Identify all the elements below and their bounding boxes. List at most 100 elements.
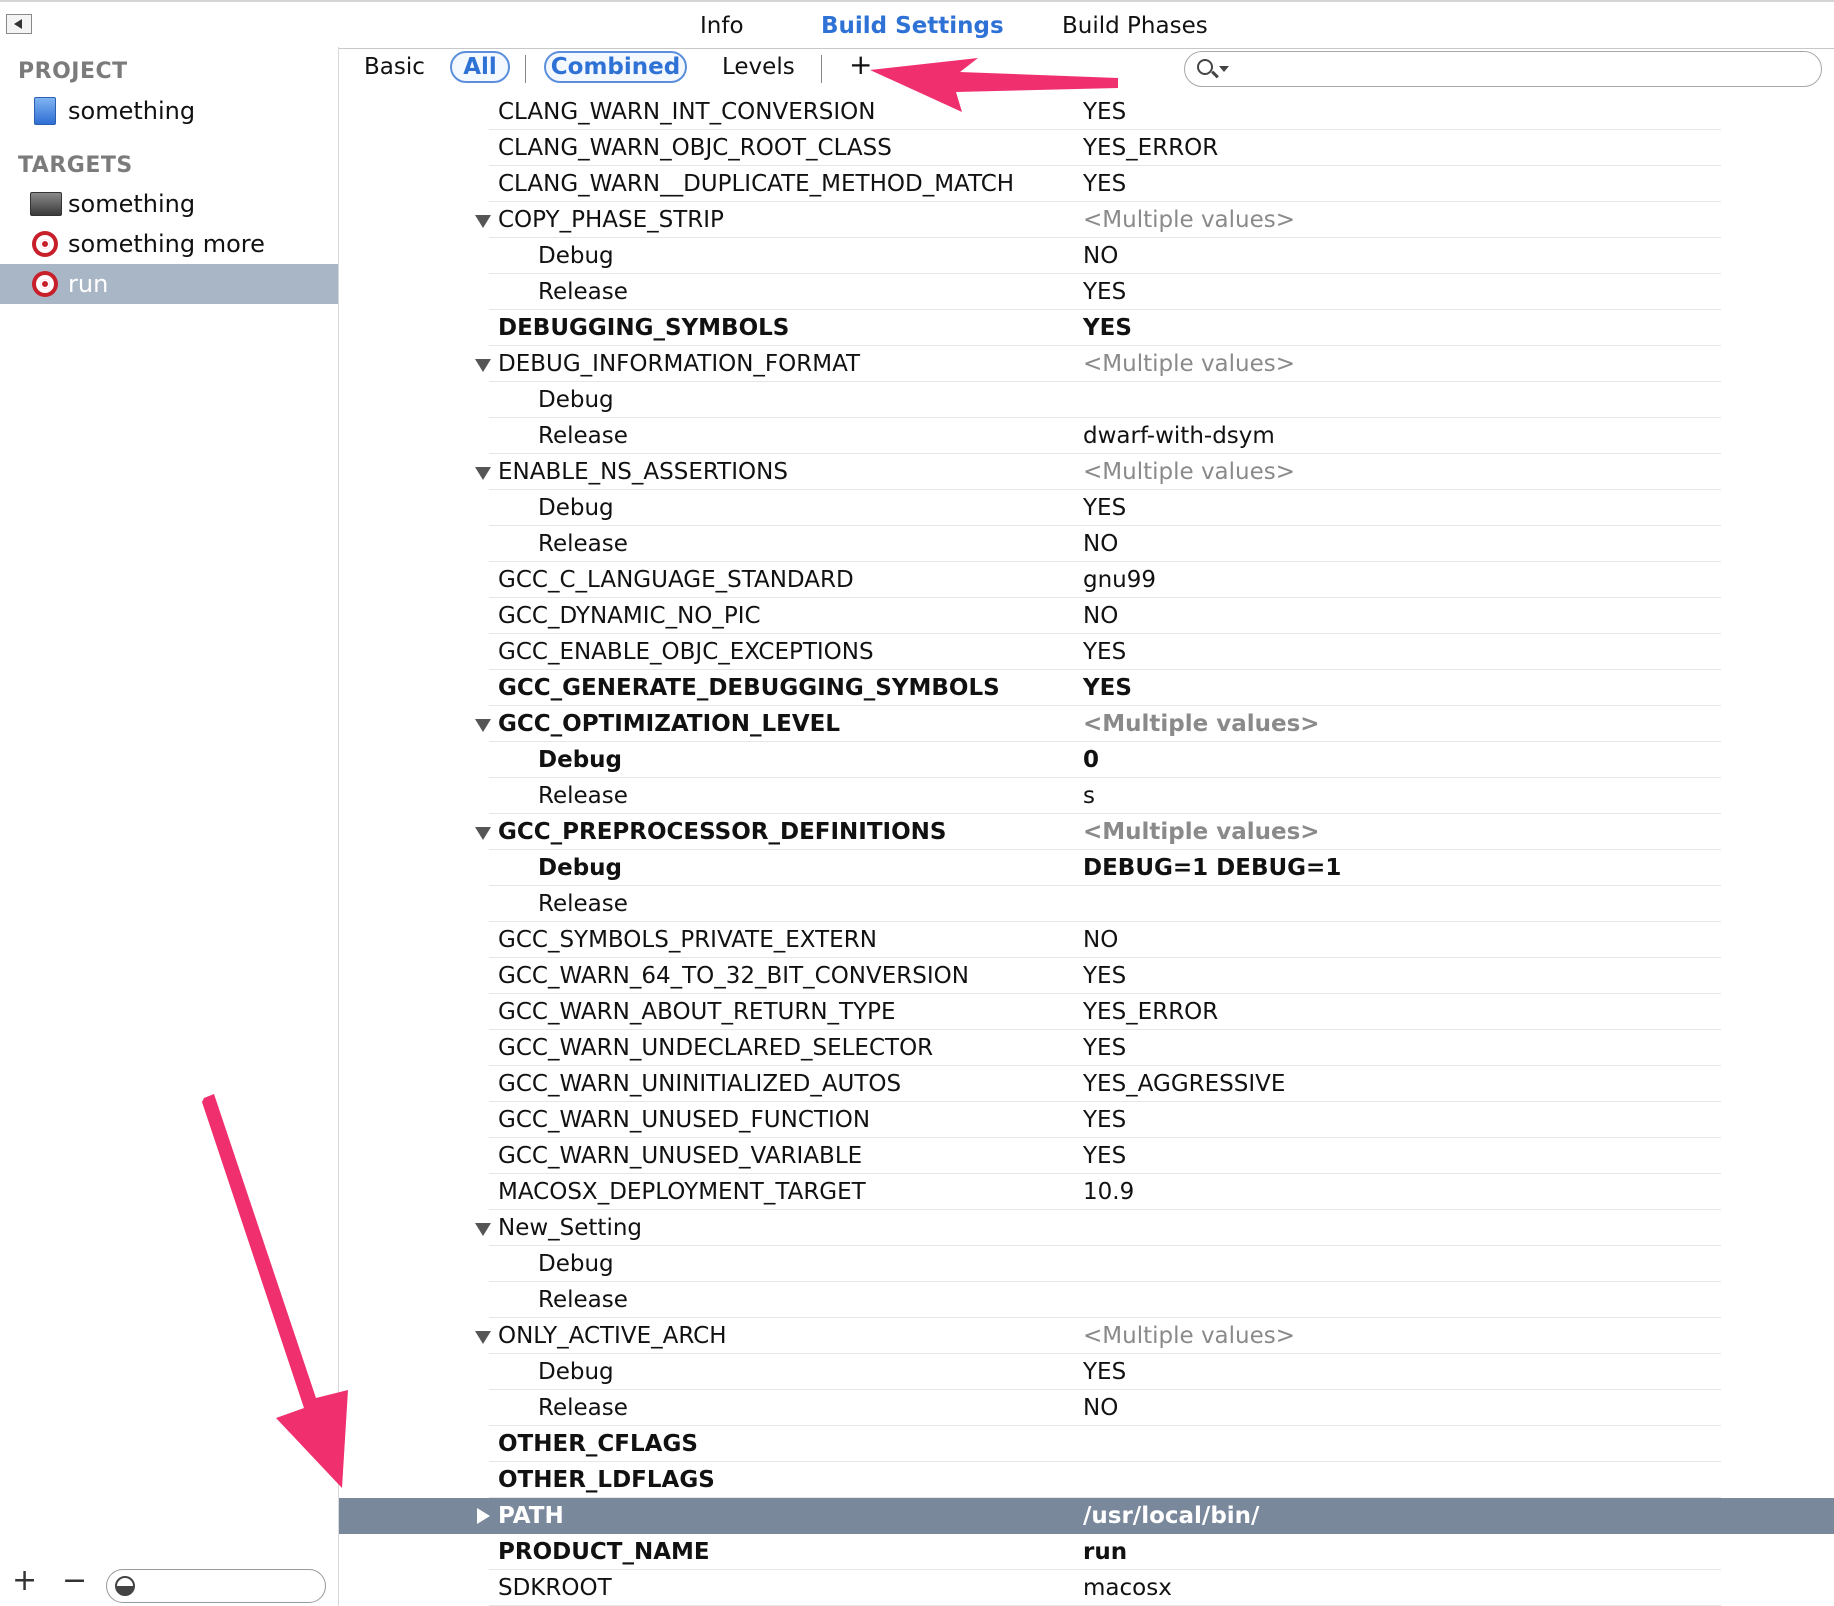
setting-row[interactable]: Debug YES [339,1354,1834,1390]
disclosure-triangle-icon[interactable] [475,827,491,840]
setting-row[interactable]: GCC_WARN_ABOUT_RETURN_TYPE YES_ERROR [339,994,1834,1030]
setting-value[interactable]: YES [1083,958,1126,994]
disclosure-triangle-icon[interactable] [475,467,491,480]
setting-row[interactable]: PRODUCT_NAME run [339,1534,1834,1570]
setting-row[interactable]: DEBUGGING_SYMBOLS YES [339,310,1834,346]
setting-value[interactable]: NO [1083,922,1118,958]
setting-row[interactable]: COPY_PHASE_STRIP <Multiple values> [339,202,1834,238]
setting-value[interactable]: <Multiple values> [1083,202,1295,238]
setting-value[interactable]: 0 [1083,742,1099,778]
setting-row[interactable]: CLANG_WARN_OBJC_ROOT_CLASS YES_ERROR [339,130,1834,166]
filter-levels[interactable]: Levels [722,52,795,82]
setting-row[interactable]: Release NO [339,1390,1834,1426]
setting-row-path[interactable]: PATH/usr/local/bin/ [339,1498,1834,1534]
setting-row[interactable]: New_Setting [339,1210,1834,1246]
setting-value[interactable]: YES [1083,490,1126,526]
tab-build-settings[interactable]: Build Settings [821,12,1004,40]
setting-row[interactable]: Release YES [339,274,1834,310]
setting-value[interactable]: YES_ERROR [1083,130,1218,166]
setting-row[interactable]: GCC_WARN_UNUSED_FUNCTION YES [339,1102,1834,1138]
build-settings-search-input[interactable] [1184,51,1822,87]
setting-row[interactable]: GCC_WARN_UNINITIALIZED_AUTOS YES_AGGRESSI… [339,1066,1834,1102]
setting-value[interactable]: YES [1083,94,1126,130]
setting-row[interactable]: OTHER_CFLAGS [339,1426,1834,1462]
setting-value[interactable]: /usr/local/bin/ [1083,1498,1259,1534]
collapse-sidebar-icon[interactable] [6,14,32,34]
setting-row[interactable]: GCC_DYNAMIC_NO_PIC NO [339,598,1834,634]
setting-row[interactable]: GCC_SYMBOLS_PRIVATE_EXTERN NO [339,922,1834,958]
setting-value[interactable]: YES [1083,166,1126,202]
setting-row[interactable]: GCC_OPTIMIZATION_LEVEL <Multiple values> [339,706,1834,742]
setting-value[interactable]: YES [1083,1354,1126,1390]
disclosure-triangle-icon[interactable] [475,1331,491,1344]
setting-row[interactable]: GCC_ENABLE_OBJC_EXCEPTIONS YES [339,634,1834,670]
setting-row[interactable]: Debug [339,382,1834,418]
setting-row[interactable]: Release NO [339,526,1834,562]
remove-target-button[interactable]: − [62,1566,87,1596]
chevron-down-icon[interactable] [1219,66,1229,72]
filter-all[interactable]: All [450,51,510,83]
setting-row[interactable]: CLANG_WARN_INT_CONVERSION YES [339,94,1834,130]
setting-value[interactable]: 10.9 [1083,1174,1134,1210]
setting-value[interactable]: YES [1083,310,1132,346]
setting-row[interactable]: Debug 0 [339,742,1834,778]
setting-value[interactable]: run [1083,1534,1127,1570]
sidebar-item-target-run[interactable]: run [0,264,338,304]
setting-row[interactable]: DEBUG_INFORMATION_FORMAT <Multiple values… [339,346,1834,382]
setting-row[interactable]: MACOSX_DEPLOYMENT_TARGET 10.9 [339,1174,1834,1210]
add-target-button[interactable]: + [12,1566,37,1596]
setting-row[interactable]: Debug NO [339,238,1834,274]
setting-value[interactable]: DEBUG=1 DEBUG=1 [1083,850,1341,886]
sidebar-filter-field[interactable] [106,1569,326,1603]
setting-value[interactable]: NO [1083,526,1118,562]
setting-row[interactable]: SDKROOT macosx [339,1570,1834,1606]
sidebar-item-target-something-more[interactable]: something more [0,224,338,264]
setting-value[interactable]: YES [1083,1102,1126,1138]
sidebar-item-target-something[interactable]: something [0,184,338,224]
setting-row[interactable]: CLANG_WARN__DUPLICATE_METHOD_MATCH YES [339,166,1834,202]
setting-row[interactable]: ONLY_ACTIVE_ARCH <Multiple values> [339,1318,1834,1354]
setting-row[interactable]: Release [339,886,1834,922]
sidebar-item-project[interactable]: something [0,91,338,131]
setting-row[interactable]: ENABLE_NS_ASSERTIONS <Multiple values> [339,454,1834,490]
setting-value[interactable]: YES [1083,670,1132,706]
setting-value[interactable]: NO [1083,238,1118,274]
setting-row[interactable]: GCC_PREPROCESSOR_DEFINITIONS <Multiple va… [339,814,1834,850]
setting-value[interactable]: YES_AGGRESSIVE [1083,1066,1285,1102]
disclosure-triangle-icon[interactable] [477,1508,490,1524]
filter-combined[interactable]: Combined [544,51,687,83]
setting-row[interactable]: GCC_WARN_UNUSED_VARIABLE YES [339,1138,1834,1174]
setting-value[interactable]: <Multiple values> [1083,814,1320,850]
setting-row[interactable]: GCC_WARN_UNDECLARED_SELECTOR YES [339,1030,1834,1066]
setting-value[interactable]: macosx [1083,1570,1172,1606]
setting-value[interactable]: <Multiple values> [1083,706,1320,742]
setting-value[interactable]: s [1083,778,1095,814]
setting-row[interactable]: Debug [339,1246,1834,1282]
setting-value[interactable]: YES [1083,1030,1126,1066]
setting-row[interactable]: Release s [339,778,1834,814]
setting-row[interactable]: Debug DEBUG=1 DEBUG=1 [339,850,1834,886]
setting-value[interactable]: NO [1083,598,1118,634]
disclosure-triangle-icon[interactable] [475,359,491,372]
setting-value[interactable]: gnu99 [1083,562,1156,598]
disclosure-triangle-icon[interactable] [475,719,491,732]
setting-value[interactable]: <Multiple values> [1083,454,1295,490]
setting-value[interactable]: YES_ERROR [1083,994,1218,1030]
setting-value[interactable]: YES [1083,1138,1126,1174]
disclosure-triangle-icon[interactable] [475,215,491,228]
setting-value[interactable]: dwarf-with-dsym [1083,418,1275,454]
setting-row[interactable]: Release [339,1282,1834,1318]
tab-build-phases[interactable]: Build Phases [1062,12,1208,40]
setting-row[interactable]: Debug YES [339,490,1834,526]
add-build-setting-button[interactable]: + [849,50,872,80]
setting-row[interactable]: GCC_WARN_64_TO_32_BIT_CONVERSION YES [339,958,1834,994]
tab-info[interactable]: Info [700,12,744,40]
disclosure-triangle-icon[interactable] [475,1223,491,1236]
setting-value[interactable]: YES [1083,634,1126,670]
setting-row[interactable]: GCC_GENERATE_DEBUGGING_SYMBOLS YES [339,670,1834,706]
setting-value[interactable]: <Multiple values> [1083,1318,1295,1354]
setting-value[interactable]: <Multiple values> [1083,346,1295,382]
setting-row[interactable]: OTHER_LDFLAGS [339,1462,1834,1498]
setting-value[interactable]: YES [1083,274,1126,310]
filter-basic[interactable]: Basic [364,52,425,82]
